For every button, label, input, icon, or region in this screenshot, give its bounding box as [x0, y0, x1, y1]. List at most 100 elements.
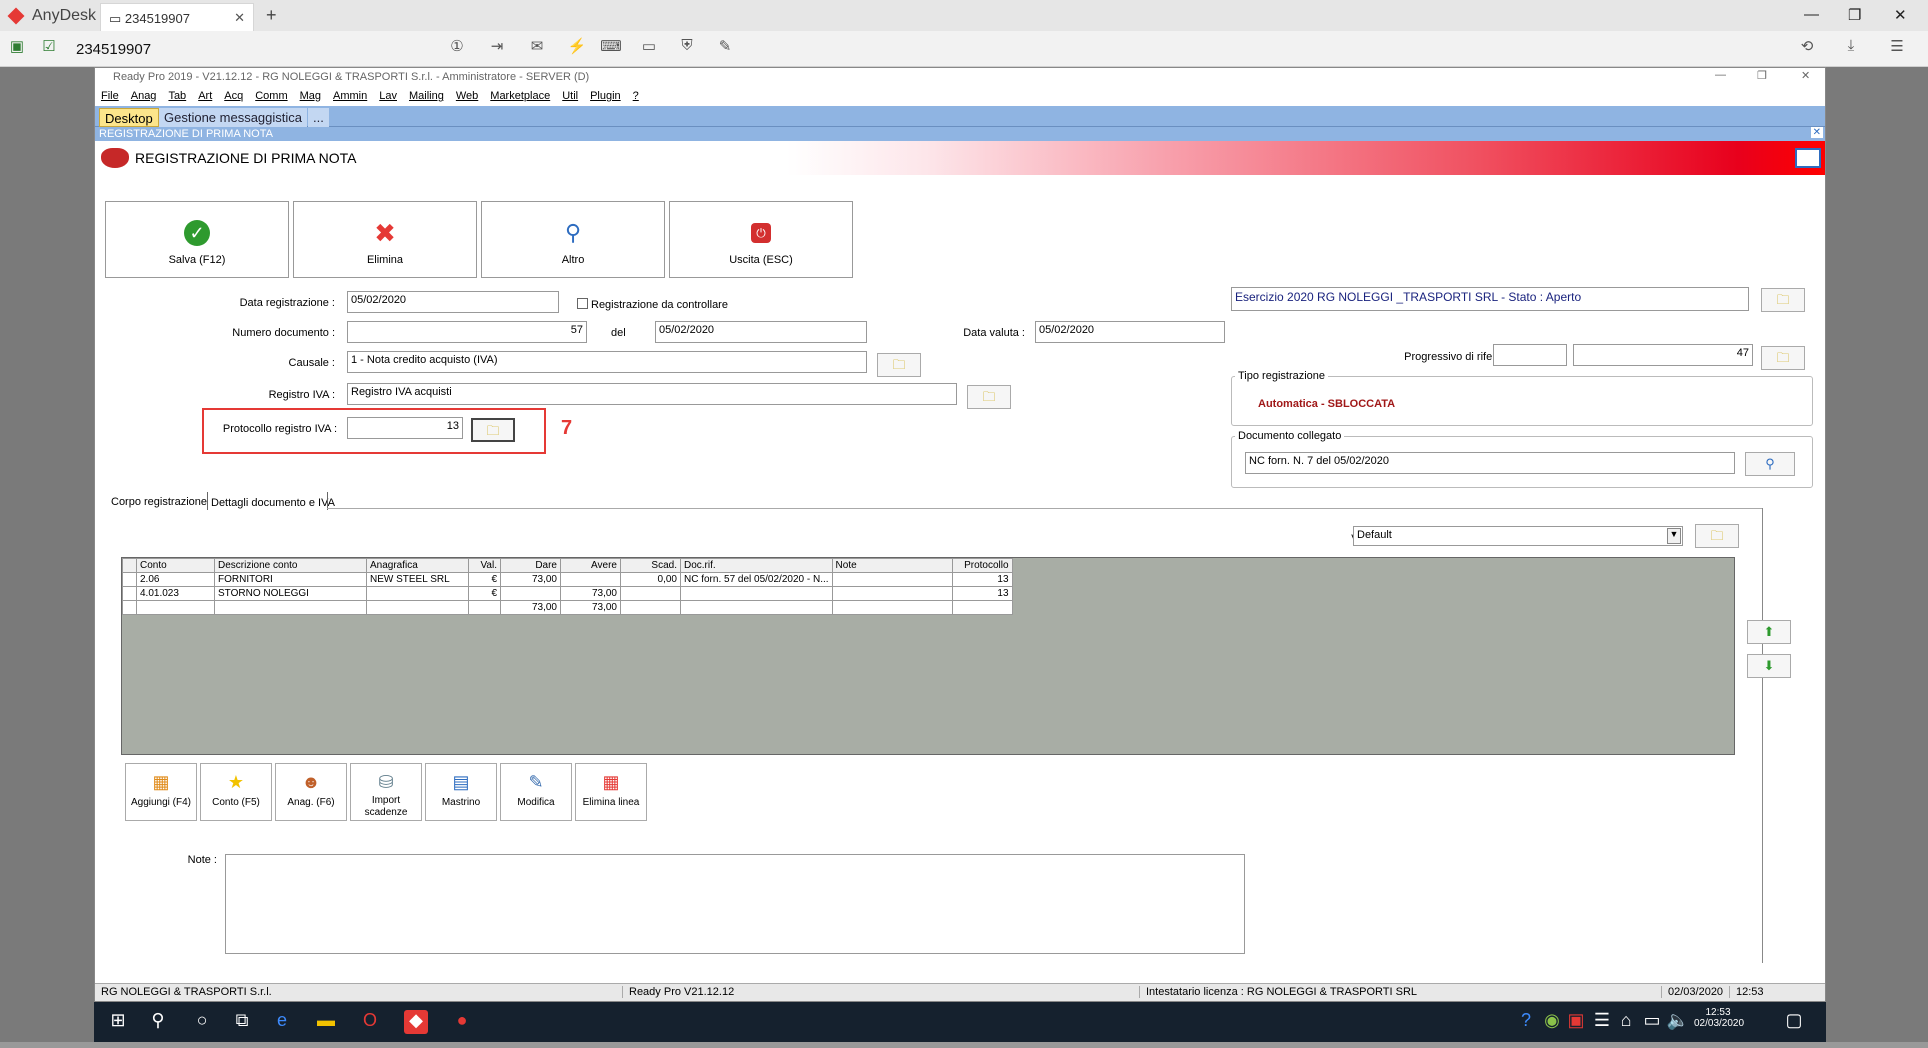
- download-icon[interactable]: ⤓: [1840, 37, 1862, 57]
- history-icon[interactable]: ⟲: [1796, 37, 1818, 57]
- save-button[interactable]: ✓ Salva (F12): [105, 201, 289, 278]
- display-icon[interactable]: ▭: [638, 37, 660, 57]
- menu-mailing[interactable]: Mailing: [409, 90, 444, 104]
- menu-comm[interactable]: Comm: [255, 90, 287, 104]
- calendar-icon[interactable]: [1795, 148, 1821, 168]
- cell-protocollo[interactable]: 13: [951, 572, 1013, 587]
- cell-dare[interactable]: 73,00: [500, 572, 561, 587]
- note-textarea[interactable]: [225, 854, 1245, 954]
- tab-gestione-messaggistica[interactable]: Gestione messaggistica: [159, 108, 308, 127]
- cell-val[interactable]: €: [468, 586, 501, 601]
- taskbar-clock[interactable]: 12:53 02/03/2020: [1694, 1007, 1744, 1029]
- form-close-icon[interactable]: ✕: [1810, 127, 1823, 138]
- opera-icon[interactable]: O: [358, 1010, 382, 1034]
- progressivo-field[interactable]: 47: [1573, 344, 1753, 366]
- tab-more[interactable]: ...: [308, 108, 329, 127]
- cell-val[interactable]: €: [468, 572, 501, 587]
- table-row[interactable]: 4.01.023 STORNO NOLEGGI € 73,00 13: [122, 586, 1013, 601]
- notification-icon[interactable]: ▢: [1782, 1010, 1806, 1034]
- menu-tab[interactable]: Tab: [168, 90, 186, 104]
- chevron-down-icon[interactable]: ▼: [1667, 528, 1681, 544]
- row-selector[interactable]: [122, 586, 137, 601]
- menu-file[interactable]: File: [101, 90, 119, 104]
- other-button[interactable]: ⚲ Altro: [481, 201, 665, 278]
- cell-avere[interactable]: 73,00: [560, 586, 621, 601]
- col-protocollo[interactable]: Protocollo: [951, 558, 1013, 573]
- col-note[interactable]: Note: [831, 558, 953, 573]
- documento-collegato-field[interactable]: NC forn. N. 7 del 05/02/2020: [1245, 452, 1735, 474]
- task-view-icon[interactable]: ⧉: [230, 1010, 254, 1034]
- menu-web[interactable]: Web: [456, 90, 478, 104]
- volume-icon[interactable]: 🔈: [1666, 1010, 1690, 1034]
- search-icon[interactable]: ⚲: [146, 1010, 170, 1034]
- menu-ammin[interactable]: Ammin: [333, 90, 367, 104]
- col-anagrafica[interactable]: Anagrafica: [366, 558, 469, 573]
- tab-desktop[interactable]: Desktop: [99, 108, 159, 127]
- protocollo-registro-iva-field[interactable]: 13: [347, 417, 463, 439]
- connection-icon[interactable]: ▣: [6, 37, 28, 57]
- registro-iva-field[interactable]: Registro IVA acquisti: [347, 383, 957, 405]
- minimize-button[interactable]: —: [1804, 6, 1819, 23]
- windows-start-icon[interactable]: ⊞: [106, 1010, 130, 1034]
- numero-documento-field[interactable]: 57: [347, 321, 587, 343]
- cell-scad[interactable]: 0,00: [620, 572, 681, 587]
- progressivo-folder-button[interactable]: 🗀: [1761, 346, 1805, 370]
- menu-art[interactable]: Art: [198, 90, 212, 104]
- pen-icon[interactable]: ✎: [714, 37, 736, 57]
- col-avere[interactable]: Avere: [560, 558, 621, 573]
- cell-anagrafica[interactable]: NEW STEEL SRL: [366, 572, 469, 587]
- cell-docrif[interactable]: [680, 586, 833, 601]
- anydesk-taskbar-icon[interactable]: ◆: [404, 1010, 428, 1034]
- tray-list-icon[interactable]: ☰: [1590, 1010, 1614, 1034]
- menu-marketplace[interactable]: Marketplace: [490, 90, 550, 104]
- col-scad[interactable]: Scad.: [620, 558, 681, 573]
- cortana-icon[interactable]: ○: [190, 1010, 214, 1034]
- keyboard-icon[interactable]: ⌨: [600, 37, 622, 57]
- file-transfer-icon[interactable]: ⇥: [486, 37, 508, 57]
- row-selector[interactable]: [122, 572, 137, 587]
- col-docrif[interactable]: Doc.rif.: [680, 558, 833, 573]
- esercizio-folder-button[interactable]: 🗀: [1761, 288, 1805, 312]
- col-val[interactable]: Val.: [468, 558, 501, 573]
- modifica-button[interactable]: ✎ Modifica: [500, 763, 572, 821]
- mastrino-button[interactable]: ▤ Mastrino: [425, 763, 497, 821]
- new-tab-button[interactable]: +: [266, 5, 277, 26]
- menu-mag[interactable]: Mag: [300, 90, 321, 104]
- cell-docrif[interactable]: NC forn. 57 del 05/02/2020 - N...: [680, 572, 833, 587]
- move-up-button[interactable]: ⬆: [1747, 620, 1791, 644]
- visualizzazione-select[interactable]: Default ▼: [1353, 526, 1683, 546]
- anydesk-session-tab[interactable]: ▭ 234519907 ✕: [100, 3, 254, 31]
- maximize-button[interactable]: ❐: [1848, 6, 1861, 24]
- cell-conto[interactable]: 2.06: [136, 572, 215, 587]
- col-descrizione[interactable]: Descrizione conto: [214, 558, 367, 573]
- registro-iva-folder-button[interactable]: 🗀: [967, 385, 1011, 409]
- cell-scad[interactable]: [620, 586, 681, 601]
- help-tray-icon[interactable]: ?: [1514, 1010, 1538, 1034]
- close-icon[interactable]: ✕: [234, 10, 245, 26]
- delete-line-button[interactable]: ▦ Elimina linea: [575, 763, 647, 821]
- tab-dettagli-documento[interactable]: Dettagli documento e IVA: [211, 497, 335, 509]
- cell-avere[interactable]: [560, 572, 621, 587]
- import-scadenze-button[interactable]: ⛁ Import scadenze: [350, 763, 422, 821]
- cell-conto[interactable]: 4.01.023: [136, 586, 215, 601]
- menu-util[interactable]: Util: [562, 90, 578, 104]
- table-row[interactable]: 2.06 FORNITORI NEW STEEL SRL € 73,00 0,0…: [122, 572, 1013, 587]
- tray-icon[interactable]: ◉: [1540, 1010, 1564, 1034]
- conto-button[interactable]: ★ Conto (F5): [200, 763, 272, 821]
- permissions-icon[interactable]: ⛨: [676, 37, 698, 57]
- menu-anag[interactable]: Anag: [131, 90, 157, 104]
- menu-help[interactable]: ?: [633, 90, 639, 104]
- network-icon[interactable]: ⌂: [1614, 1010, 1638, 1034]
- progressivo-prefix-field[interactable]: [1493, 344, 1567, 366]
- battery-icon[interactable]: ▭: [1640, 1010, 1664, 1034]
- edge-icon[interactable]: e: [270, 1010, 294, 1034]
- data-valuta-field[interactable]: 05/02/2020: [1035, 321, 1225, 343]
- data-registrazione-field[interactable]: 05/02/2020: [347, 291, 559, 313]
- display-1-icon[interactable]: ①: [446, 37, 468, 57]
- tray-red-icon[interactable]: ▣: [1564, 1010, 1588, 1034]
- exit-button[interactable]: ⏻ Uscita (ESC): [669, 201, 853, 278]
- menu-lav[interactable]: Lav: [379, 90, 397, 104]
- registrazione-da-controllare-checkbox[interactable]: [577, 298, 588, 309]
- file-explorer-icon[interactable]: ▬: [314, 1010, 338, 1034]
- documento-collegato-search-button[interactable]: ⚲: [1745, 452, 1795, 476]
